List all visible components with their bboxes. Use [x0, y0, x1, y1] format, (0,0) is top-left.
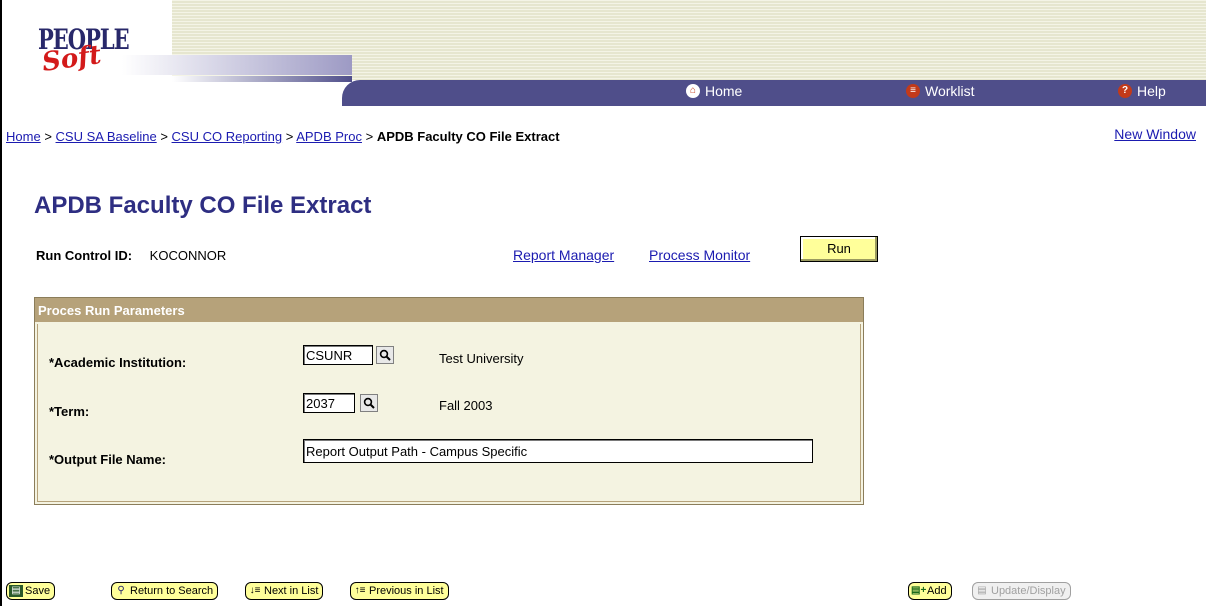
- save-button[interactable]: ▤ Save: [6, 582, 56, 600]
- term-label: *Term:: [49, 404, 90, 419]
- previous-in-list-label: Previous in List: [369, 584, 444, 597]
- update-display-label: Update/Display: [991, 584, 1066, 597]
- breadcrumb-separator: >: [285, 129, 294, 144]
- run-control-label: Run Control ID:: [36, 248, 133, 263]
- run-button[interactable]: Run: [800, 236, 878, 262]
- search-icon: [379, 349, 391, 361]
- output-file-label: *Output File Name:: [49, 452, 167, 467]
- save-icon: ▤: [9, 585, 23, 597]
- update-display-icon: ▤: [977, 585, 987, 596]
- term-lookup-button[interactable]: [360, 394, 378, 412]
- nav-home[interactable]: ⌂ Home: [686, 83, 742, 99]
- save-label: Save: [25, 584, 51, 597]
- nav-bar-fade: [172, 76, 352, 82]
- help-icon: ?: [1118, 84, 1132, 98]
- run-control: Run Control ID: KOCONNOR: [36, 248, 226, 263]
- previous-in-list-button[interactable]: ↑≡ Previous in List: [350, 582, 449, 600]
- nav-help-label: Help: [1137, 83, 1166, 99]
- return-to-search-label: Return to Search: [130, 584, 214, 597]
- run-parameters-header: Proces Run Parameters: [35, 298, 863, 322]
- process-monitor-link[interactable]: Process Monitor: [649, 247, 750, 263]
- home-icon: ⌂: [686, 84, 700, 98]
- previous-list-icon: ↑≡: [354, 585, 366, 596]
- next-in-list-label: Next in List: [264, 584, 319, 597]
- run-control-value: KOCONNOR: [149, 248, 227, 263]
- breadcrumb-apdb-proc[interactable]: APDB Proc: [296, 129, 362, 144]
- page-title: APDB Faculty CO File Extract: [34, 192, 372, 219]
- breadcrumb-csu-sa-baseline[interactable]: CSU SA Baseline: [56, 129, 157, 144]
- term-input[interactable]: [303, 393, 355, 413]
- breadcrumb-csu-co-reporting[interactable]: CSU CO Reporting: [172, 129, 283, 144]
- output-file-input[interactable]: [303, 439, 813, 463]
- worklist-icon: ≡: [906, 84, 920, 98]
- return-to-search-button[interactable]: ⚲ Return to Search: [111, 582, 219, 600]
- search-icon: ⚲: [117, 585, 125, 596]
- breadcrumb-separator: >: [44, 129, 52, 144]
- add-label: Add: [927, 584, 947, 597]
- next-in-list-button[interactable]: ↓≡ Next in List: [245, 582, 324, 600]
- banner-gradient: [122, 55, 352, 75]
- institution-input[interactable]: [303, 345, 373, 365]
- breadcrumb-separator: >: [160, 129, 168, 144]
- next-list-icon: ↓≡: [249, 585, 261, 596]
- breadcrumb: Home > CSU SA Baseline > CSU CO Reportin…: [6, 129, 560, 144]
- breadcrumb-home[interactable]: Home: [6, 129, 41, 144]
- nav-bar: [342, 80, 1206, 106]
- peoplesoft-logo: PEOPLE Soft: [38, 22, 130, 78]
- institution-lookup-button[interactable]: [376, 346, 394, 364]
- search-icon: [363, 397, 375, 409]
- nav-home-label: Home: [705, 83, 743, 99]
- header-banner: PEOPLE Soft: [2, 0, 1206, 106]
- institution-description: Test University: [439, 351, 524, 366]
- nav-worklist[interactable]: ≡ Worklist: [906, 83, 975, 99]
- nav-help[interactable]: ? Help: [1118, 83, 1166, 99]
- new-window-link[interactable]: New Window: [1114, 126, 1196, 142]
- add-button[interactable]: ▤+ Add: [908, 582, 952, 600]
- term-description: Fall 2003: [439, 398, 493, 413]
- breadcrumb-current: APDB Faculty CO File Extract: [376, 129, 560, 144]
- run-parameters-group: Proces Run Parameters *Academic Institut…: [34, 297, 864, 505]
- update-display-button: ▤ Update/Display: [972, 582, 1071, 600]
- institution-label: *Academic Institution:: [49, 355, 187, 370]
- breadcrumb-separator: >: [365, 129, 374, 144]
- nav-worklist-label: Worklist: [925, 83, 975, 99]
- add-icon: ▤+: [911, 585, 927, 596]
- report-manager-link[interactable]: Report Manager: [513, 247, 614, 263]
